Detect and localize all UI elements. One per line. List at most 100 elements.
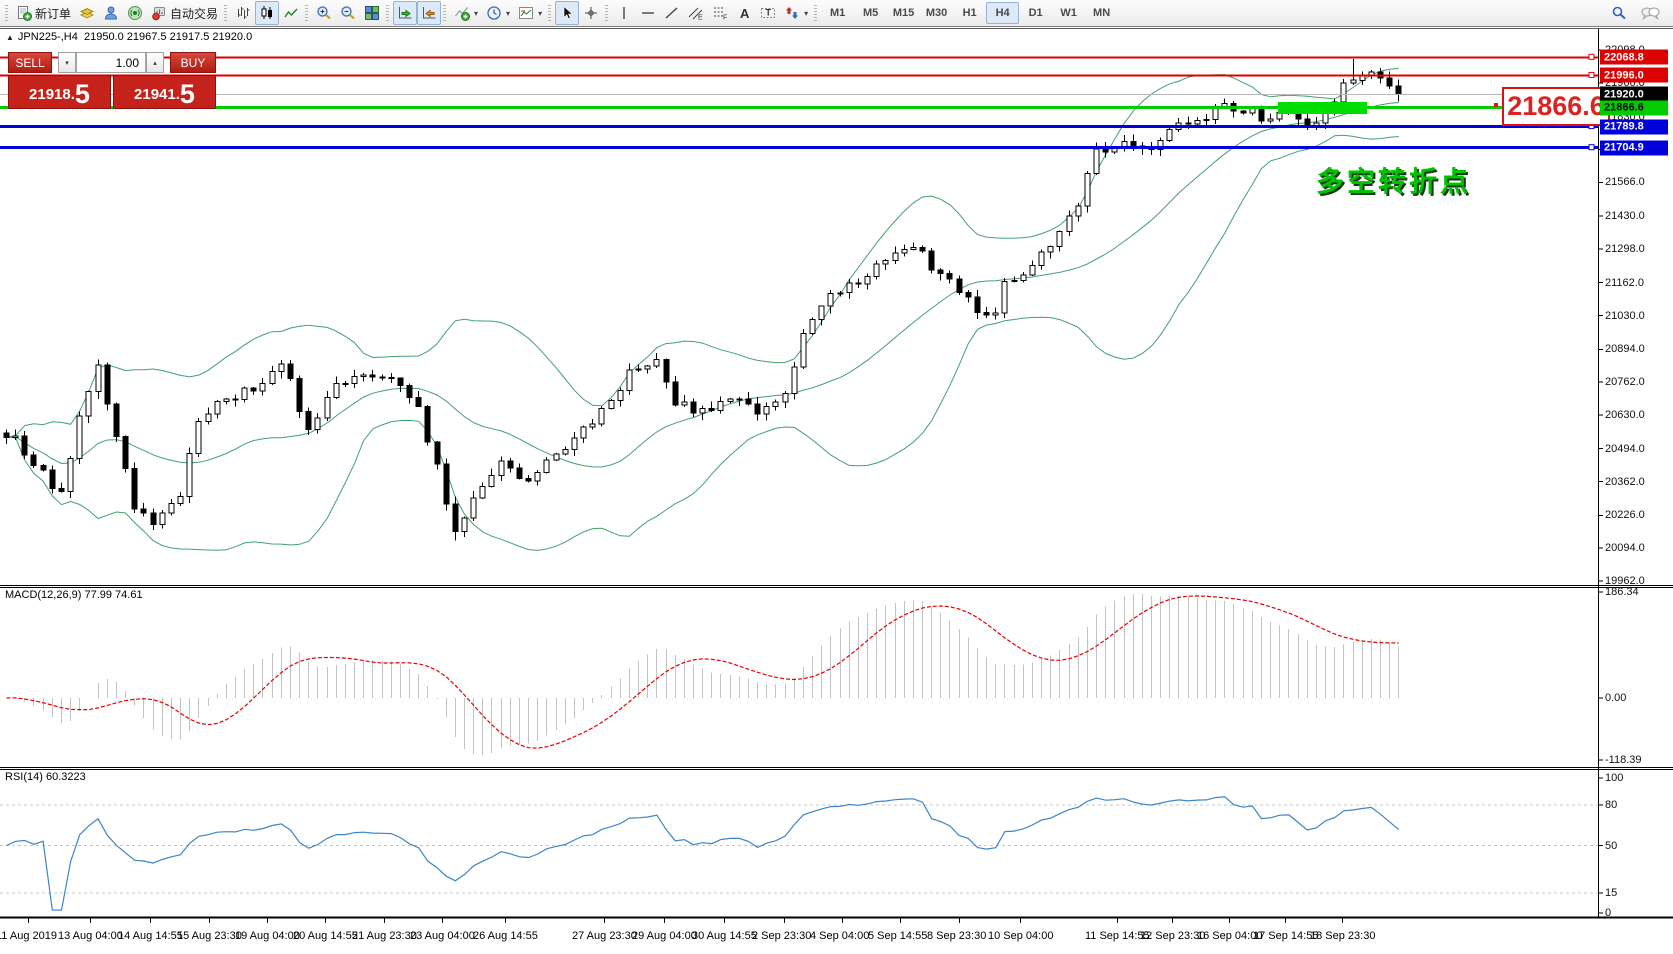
time-label: 4 Sep 04:00 [810, 930, 869, 942]
arrows-icon [784, 5, 800, 21]
chevron-down-icon: ▾ [65, 59, 69, 67]
time-label: 13 Aug 04:00 [58, 930, 123, 942]
line-icon [283, 5, 299, 21]
market-watch-button[interactable] [75, 1, 99, 25]
time-label: 29 Aug 04:00 [632, 930, 697, 942]
axis-label: 21030.0 [1605, 310, 1645, 322]
price-callout-box[interactable]: 21866.6 [1502, 87, 1610, 126]
chat-button[interactable] [1637, 1, 1664, 25]
timeframe-mn-button[interactable]: MN [1085, 2, 1118, 24]
template-icon [518, 5, 534, 21]
signal-icon [127, 5, 143, 21]
autotrade-icon [151, 5, 167, 21]
buy-button[interactable]: BUY [170, 52, 216, 73]
trendline-button[interactable] [660, 1, 684, 25]
time-label: 5 Sep 14:55 [868, 930, 927, 942]
timeframe-m30-button[interactable]: M30 [920, 2, 953, 24]
timeframe-m1-button[interactable]: M1 [821, 2, 854, 24]
zoom-in-button[interactable] [312, 1, 336, 25]
time-label: 27 Aug 23:30 [572, 930, 637, 942]
toolbar-grip [386, 5, 389, 21]
bar-chart-button[interactable] [231, 1, 255, 25]
volume-decrease-button[interactable]: ▾ [58, 52, 76, 73]
timeframe-d1-button[interactable]: D1 [1019, 2, 1052, 24]
label-icon: T [760, 5, 776, 21]
arrows-button[interactable]: ▾ [780, 1, 812, 25]
auto-trading-button-label: 自动交易 [170, 5, 218, 22]
time-label: 20 Aug 14:55 [293, 930, 358, 942]
chart-shift-button[interactable] [417, 1, 441, 25]
data-window-button[interactable] [99, 1, 123, 25]
axis-label: 80 [1605, 799, 1617, 811]
new-order-button[interactable]: 新订单 [12, 1, 75, 25]
time-label: 17 Sep 14:55 [1253, 930, 1318, 942]
svg-text:T: T [766, 8, 772, 18]
auto-trading-button[interactable]: 自动交易 [147, 1, 222, 25]
price-level-label: 21789.8 [1600, 119, 1668, 134]
axis-label: -118.39 [1605, 754, 1642, 766]
axis-label: 186.34 [1605, 586, 1639, 598]
axis-label: 20362.0 [1605, 476, 1645, 488]
shift-icon [421, 5, 437, 21]
crosshair-icon [583, 5, 599, 21]
chat-icon [1641, 5, 1660, 21]
bars-icon [235, 5, 251, 21]
text-label-button[interactable]: T [756, 1, 780, 25]
vline-icon [616, 5, 632, 21]
timeframe-w1-button[interactable]: W1 [1052, 2, 1085, 24]
chart-canvas[interactable] [0, 0, 1673, 954]
crosshair-button[interactable] [579, 1, 603, 25]
sell-price-box[interactable]: 21918.5 [8, 75, 111, 109]
auto-scroll-button[interactable] [393, 1, 417, 25]
zoom-out-button[interactable] [336, 1, 360, 25]
templates-button[interactable]: ▾ [514, 1, 546, 25]
axis-label: 0.00 [1605, 692, 1626, 704]
timeframe-h1-button[interactable]: H1 [953, 2, 986, 24]
collapse-panel-arrow[interactable]: ▲ [6, 33, 14, 42]
time-label: 12 Sep 23:30 [1140, 930, 1205, 942]
axis-label: 21430.0 [1605, 210, 1645, 222]
time-label: 10 Sep 04:00 [988, 930, 1053, 942]
buy-price-box[interactable]: 21941.5 [113, 75, 216, 109]
vertical-line-button[interactable] [612, 1, 636, 25]
axis-label: 21566.0 [1605, 176, 1645, 188]
periods-button[interactable]: ▾ [482, 1, 514, 25]
indicators-button[interactable]: ▾ [450, 1, 482, 25]
text-icon: A [736, 5, 752, 21]
toolbar: 新订单自动交易▾▾▾EFAT▾M1M5M15M30H1H4D1W1MN [0, 0, 1673, 27]
search-icon [1611, 5, 1627, 21]
timeframe-h4-button[interactable]: H4 [986, 2, 1019, 24]
sell-button[interactable]: SELL [8, 52, 52, 73]
toolbar-grip [548, 5, 551, 21]
chart-annotation-text[interactable]: 多空转折点 [1316, 160, 1471, 200]
search-button[interactable] [1607, 1, 1631, 25]
signals-button[interactable] [123, 1, 147, 25]
fibonacci-button[interactable]: F [708, 1, 732, 25]
text-button[interactable]: A [732, 1, 756, 25]
axis-label: 50 [1605, 840, 1617, 852]
cursor-button[interactable] [555, 1, 579, 25]
timeframe-m5-button[interactable]: M5 [854, 2, 887, 24]
candles-icon [259, 5, 275, 21]
time-label: 26 Aug 14:55 [473, 930, 538, 942]
time-label: 21 Aug 23:30 [352, 930, 417, 942]
line-chart-button[interactable] [279, 1, 303, 25]
svg-text:A: A [740, 6, 750, 21]
horizontal-line-button[interactable] [636, 1, 660, 25]
fibo-icon: F [712, 5, 728, 21]
tile-windows-button[interactable] [360, 1, 384, 25]
toolbar-grip [305, 5, 308, 21]
equidistant-channel-button[interactable]: E [684, 1, 708, 25]
macd-indicator-label: MACD(12,26,9) 77.99 74.61 [5, 589, 143, 601]
indicators-icon [454, 5, 470, 21]
volume-increase-button[interactable]: ▴ [146, 52, 164, 73]
volume-input[interactable] [76, 52, 146, 73]
price-level-label: 21996.0 [1600, 68, 1668, 83]
candlestick-chart-button[interactable] [255, 1, 279, 25]
timeframe-m15-button[interactable]: M15 [887, 2, 920, 24]
expert-icon [103, 5, 119, 21]
time-label: 30 Aug 14:55 [692, 930, 757, 942]
toolbar-grip [5, 5, 8, 21]
axis-label: 100 [1605, 772, 1623, 784]
chevron-up-icon: ▴ [153, 59, 157, 67]
